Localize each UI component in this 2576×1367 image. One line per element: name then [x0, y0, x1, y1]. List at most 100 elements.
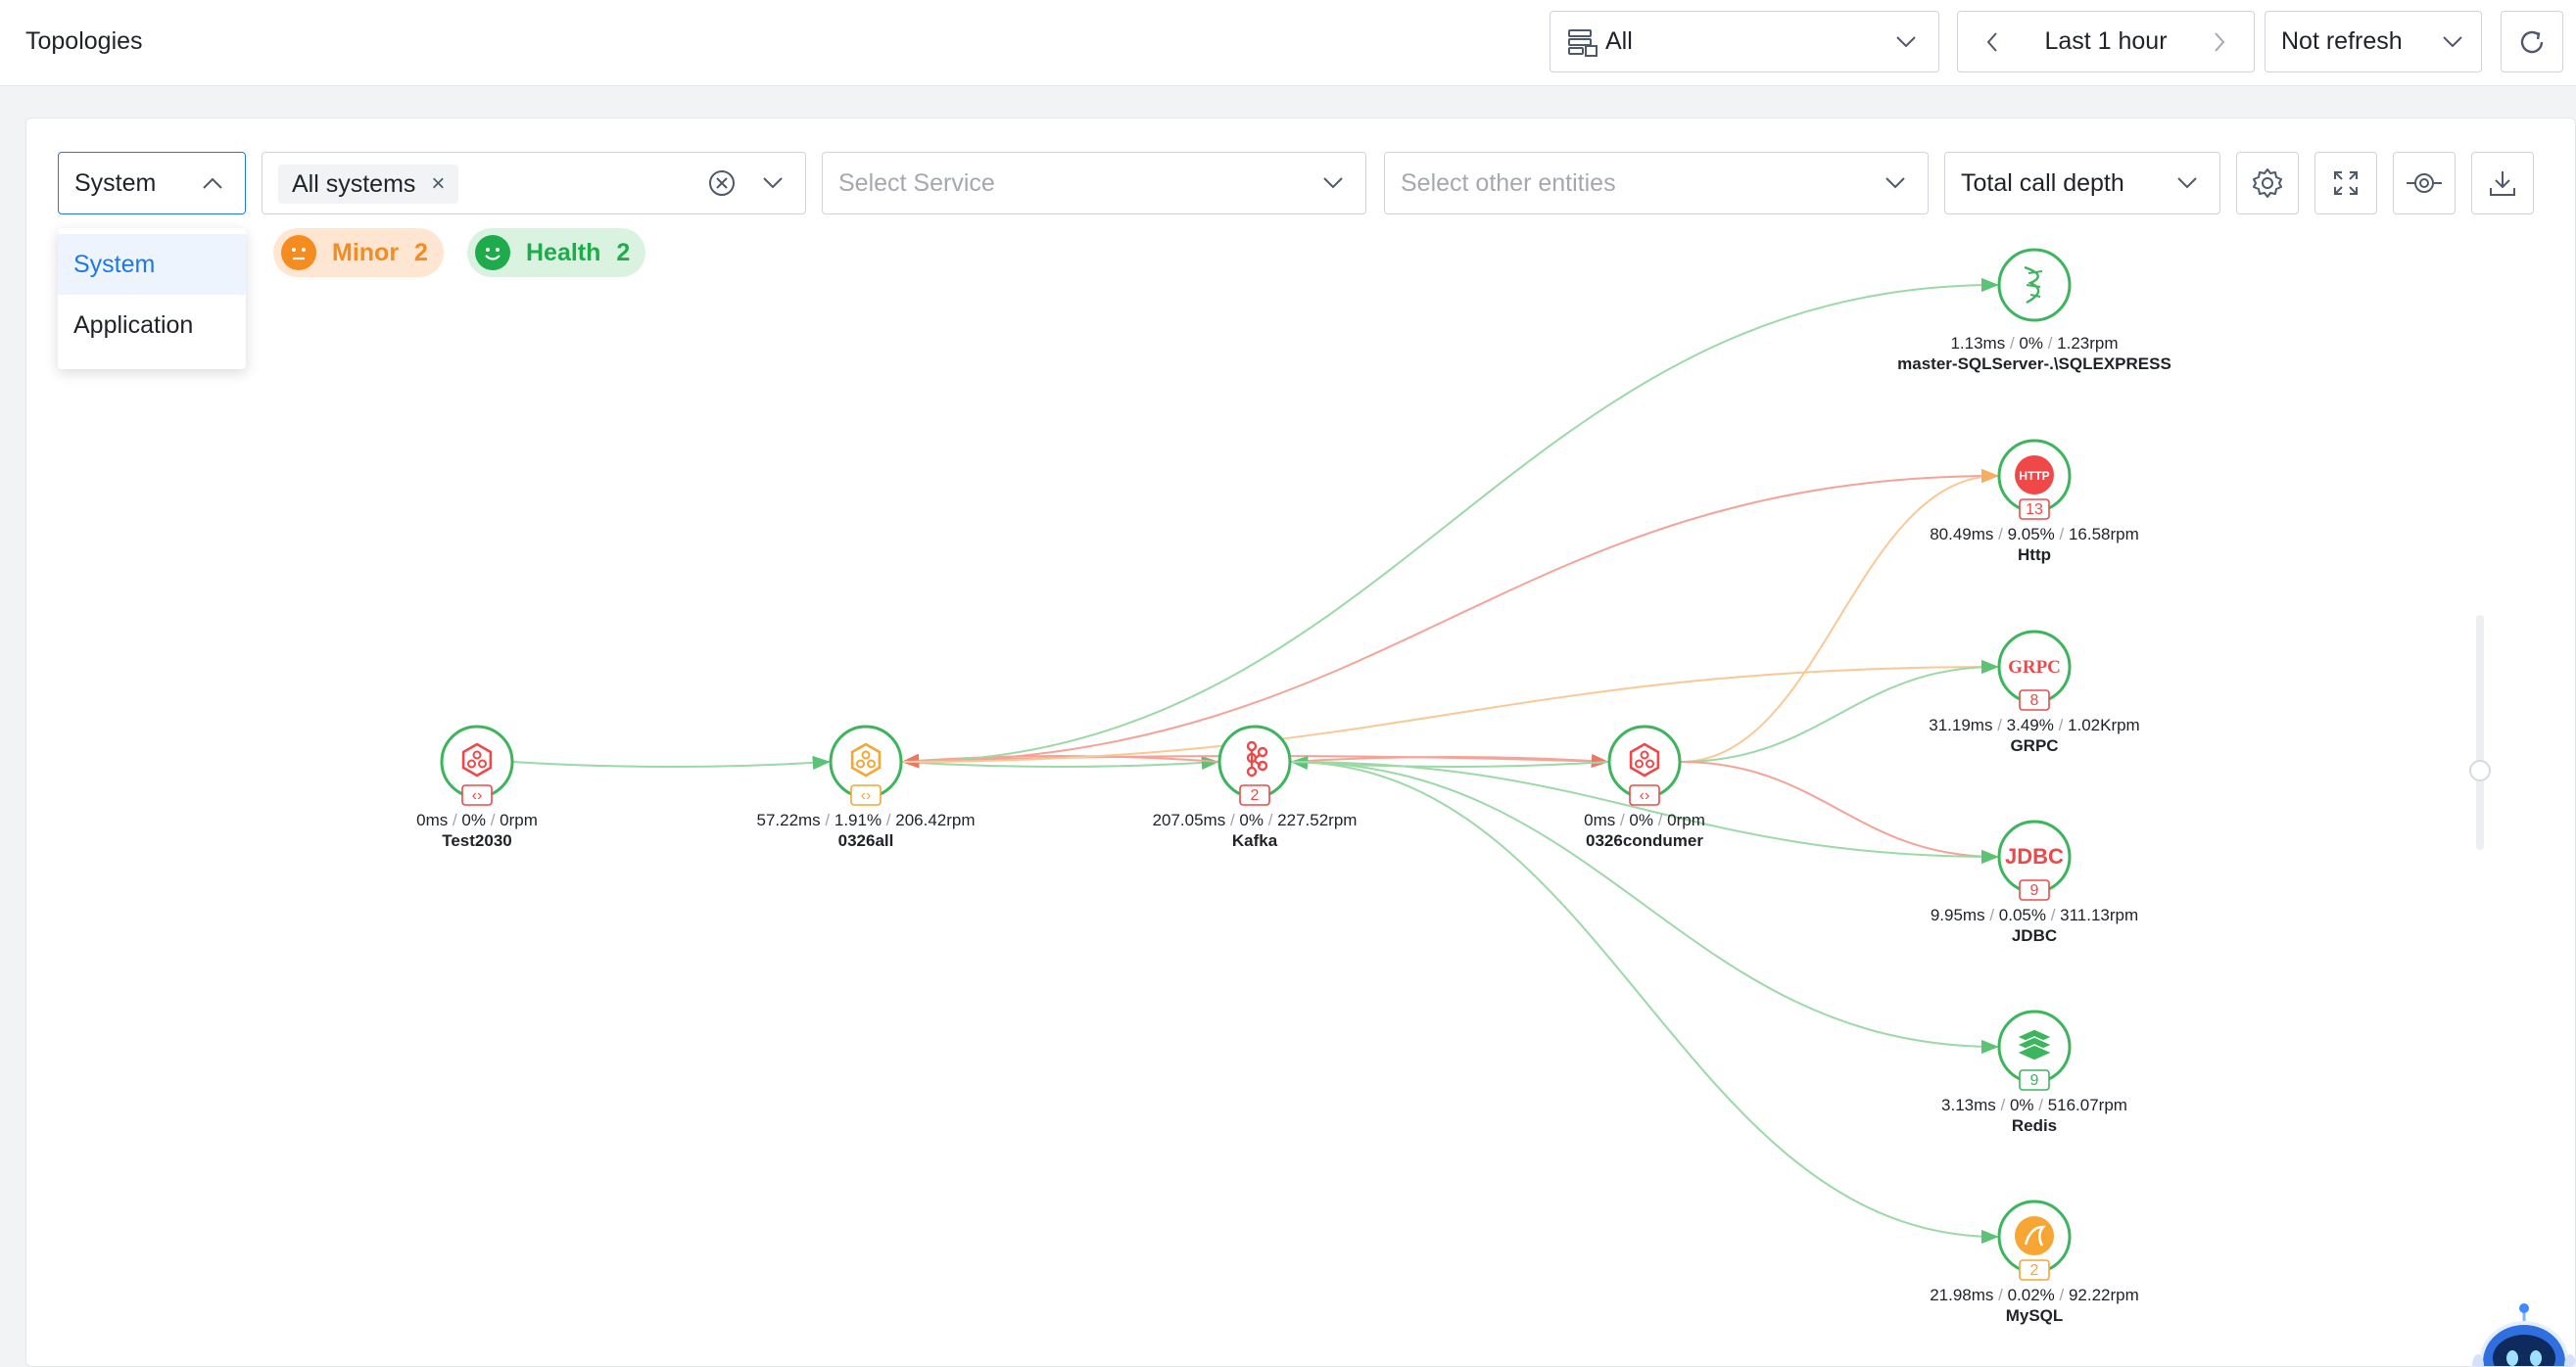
node-badge-text: ‹› [1640, 787, 1650, 804]
edge-all0326-to-http[interactable] [900, 468, 1999, 763]
topology-node-mysql[interactable]: 2 21.98ms / 0.02% / 92.22rpm MySQL [1930, 1200, 2139, 1325]
system-scope-value: All [1605, 27, 1633, 55]
remove-tag-icon[interactable]: × [431, 170, 445, 198]
settings-button[interactable] [2236, 152, 2299, 214]
download-button[interactable] [2471, 152, 2534, 214]
status-pill-minor[interactable]: Minor 2 [273, 228, 444, 277]
node-metrics: 0ms / 0% / 0rpm [416, 811, 538, 829]
gear-icon [2253, 168, 2282, 198]
topology-card: ‹› 0ms / 0% / 0rpm Test2030 ‹› 57.22ms / 1.9… [25, 118, 2576, 1367]
entities-select[interactable]: Select other entities [1384, 152, 1929, 214]
node-name: Test2030 [442, 831, 512, 850]
edge-test2030-to-all0326[interactable] [511, 755, 831, 771]
edge-condumer-to-jdbc[interactable] [1679, 761, 1999, 865]
system-scope-select[interactable]: All [1550, 11, 1939, 72]
selected-system-tag: All systems × [278, 165, 459, 204]
status-pill-count: 2 [414, 238, 428, 266]
assistant-robot-icon[interactable] [2470, 1301, 2576, 1367]
node-metrics: 21.98ms / 0.02% / 92.22rpm [1930, 1286, 2139, 1304]
node-metrics: 31.19ms / 3.49% / 1.02Krpm [1929, 716, 2139, 734]
call-depth-select[interactable]: Total call depth [1944, 152, 2220, 214]
node-name: JDBC [2012, 926, 2057, 945]
edge-all0326-to-sqlserver[interactable] [900, 277, 1999, 763]
time-range-picker[interactable]: Last 1 hour [1957, 11, 2255, 72]
download-icon [2490, 171, 2515, 196]
refresh-button[interactable] [2501, 11, 2563, 72]
zoom-slider-handle[interactable] [2469, 760, 2491, 781]
node-name: Redis [2012, 1116, 2057, 1135]
node-name: GRPC [2010, 736, 2058, 755]
topology-node-grpc[interactable]: GRPC 8 31.19ms / 3.49% / 1.02Krpm GRPC [1929, 630, 2140, 755]
entities-select-placeholder: Select other entities [1401, 168, 1616, 197]
topology-graph[interactable]: ‹› 0ms / 0% / 0rpm Test2030 ‹› 57.22ms / 1.9… [26, 118, 2576, 1367]
chevron-down-icon [1323, 177, 1343, 189]
time-range-label: Last 1 hour [2044, 27, 2168, 55]
chevron-up-icon [203, 177, 222, 189]
mysql-icon [2015, 1216, 2054, 1255]
database-icon [1568, 28, 1598, 57]
topology-node-kafka[interactable]: 2 207.05ms / 0% / 227.52rpm Kafka [1153, 725, 1358, 850]
node-badge-text: 2 [1251, 787, 1260, 804]
svg-text:GRPC: GRPC [2008, 657, 2061, 678]
node-badge-text: ‹› [861, 787, 872, 804]
mode-dropdown-menu: System Application [58, 228, 246, 369]
chevron-right-icon[interactable] [2213, 31, 2226, 53]
clear-circle-icon[interactable] [707, 168, 737, 198]
node-metrics: 0ms / 0% / 0rpm [1584, 811, 1705, 829]
node-metrics: 57.22ms / 1.91% / 206.42rpm [756, 811, 975, 829]
edge-all0326-to-grpc[interactable] [900, 659, 1999, 763]
fullscreen-button[interactable] [2314, 152, 2377, 214]
call-depth-value: Total call depth [1961, 168, 2124, 197]
node-badge-text: ‹› [472, 787, 483, 804]
chevron-down-icon [2443, 35, 2462, 47]
refresh-interval-select[interactable]: Not refresh [2265, 11, 2482, 72]
node-badge-text: 8 [2030, 692, 2039, 709]
mode-option-system[interactable]: System [58, 234, 246, 295]
chevron-down-icon [763, 177, 783, 189]
refresh-icon [2520, 30, 2544, 53]
smile-face-icon [475, 235, 510, 270]
status-pill-health[interactable]: Health 2 [467, 228, 646, 277]
topology-node-test2030[interactable]: ‹› 0ms / 0% / 0rpm Test2030 [416, 725, 538, 850]
expand-icon [2334, 171, 2358, 195]
chevron-left-icon[interactable] [1985, 31, 1999, 53]
jdbc-icon: JDBC [2005, 844, 2064, 869]
refresh-interval-value: Not refresh [2281, 27, 2403, 55]
topology-node-all0326[interactable]: ‹› 57.22ms / 1.91% / 206.42rpm 0326all [756, 725, 976, 850]
node-badge-text: 2 [2030, 1262, 2039, 1279]
node-name: master-SQLServer-.\SQLEXPRESS [1897, 354, 2171, 373]
topology-node-http[interactable]: HTTP 13 80.49ms / 9.05% / 16.58rpm Http [1930, 439, 2139, 564]
node-name: Http [2018, 545, 2051, 564]
chevron-down-icon [2177, 177, 2197, 189]
page-title: Topologies [25, 27, 143, 55]
systems-multiselect[interactable]: All systems × [262, 152, 806, 214]
topology-node-redis[interactable]: 9 3.13ms / 0% / 516.07rpm Redis [1941, 1010, 2127, 1135]
node-badge-text: 9 [2030, 1072, 2039, 1089]
node-name: MySQL [2006, 1306, 2064, 1325]
svg-text:JDBC: JDBC [2005, 844, 2064, 869]
node-name: 0326condumer [1586, 831, 1703, 850]
node-layer: ‹› 0ms / 0% / 0rpm Test2030 ‹› 57.22ms / 1.9… [416, 248, 2171, 1325]
redis-icon [2015, 1028, 2054, 1061]
topology-node-jdbc[interactable]: JDBC 9 9.95ms / 0.05% / 311.13rpm JDBC [1931, 820, 2138, 945]
node-name: Kafka [1232, 831, 1278, 850]
focus-button[interactable] [2393, 152, 2456, 214]
mode-select[interactable]: System [58, 152, 246, 214]
svg-text:HTTP: HTTP [2019, 469, 2049, 483]
chevron-down-icon [1896, 35, 1916, 47]
selected-system-label: All systems [292, 169, 416, 198]
top-header: Topologies All Last 1 hour Not refresh [0, 0, 2576, 86]
zoom-slider-track[interactable] [2476, 615, 2484, 850]
topology-node-condumer[interactable]: ‹› 0ms / 0% / 0rpm 0326condumer [1584, 725, 1705, 850]
edge-all0326-to-kafka[interactable] [900, 755, 1219, 771]
status-pill-count: 2 [616, 238, 631, 266]
mode-option-application[interactable]: Application [58, 295, 246, 355]
chevron-down-icon [1885, 177, 1905, 189]
topology-node-sqlserver[interactable]: 1.13ms / 0% / 1.23rpmmaster-SQLServer-.\… [1897, 248, 2171, 373]
neutral-face-icon [281, 235, 316, 270]
status-pill-label: Minor [332, 238, 400, 266]
edge-condumer-to-grpc[interactable] [1679, 659, 1999, 763]
status-pill-label: Health [526, 238, 601, 266]
node-metrics: 207.05ms / 0% / 227.52rpm [1153, 811, 1358, 829]
service-select[interactable]: Select Service [822, 152, 1366, 214]
